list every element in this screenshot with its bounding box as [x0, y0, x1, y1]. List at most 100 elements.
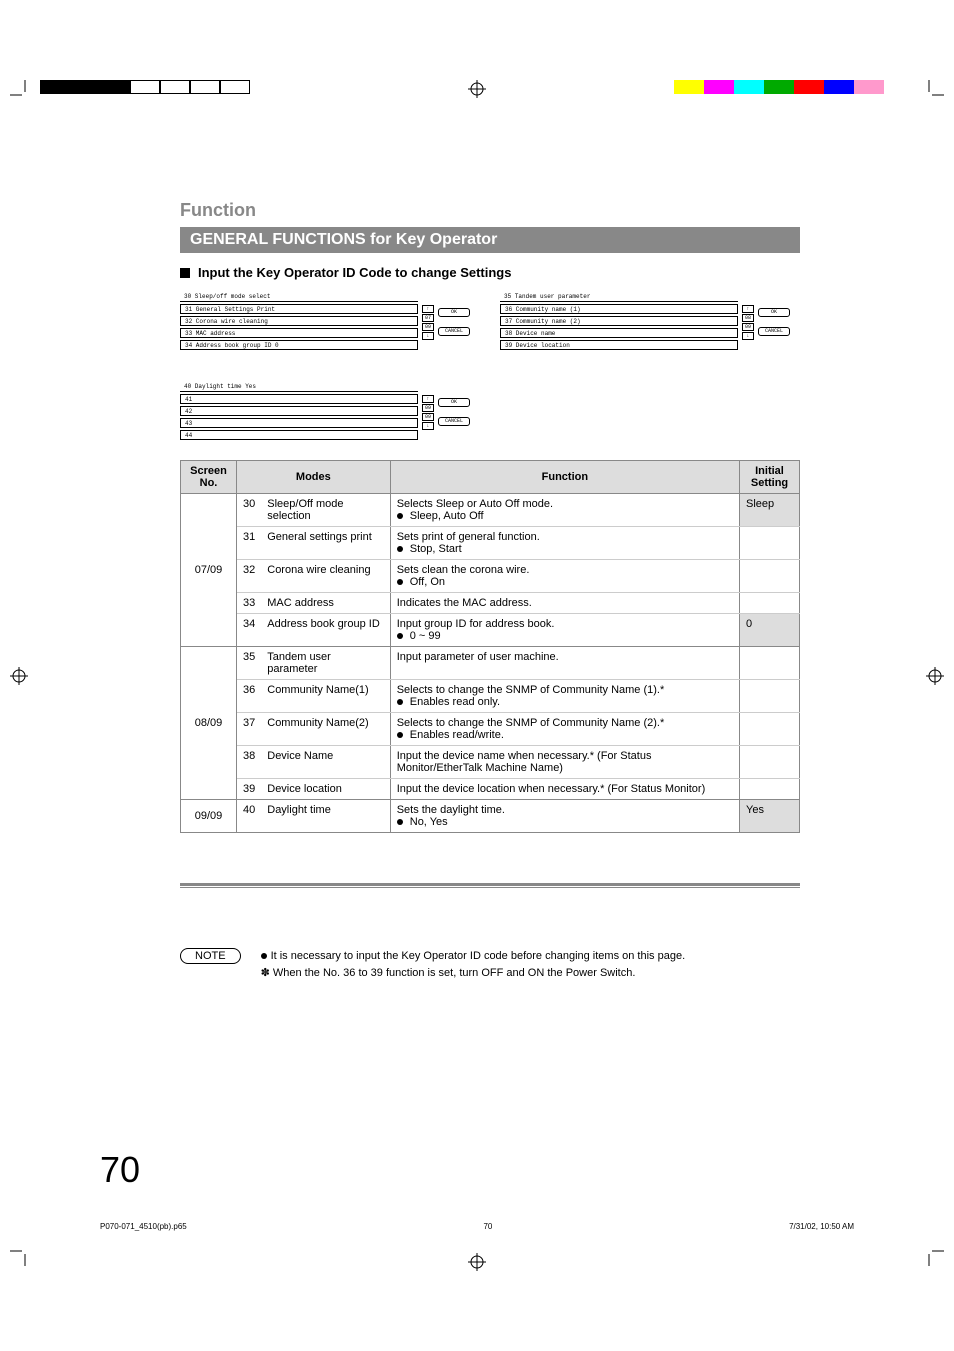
screen-line: 39 Device location [500, 340, 738, 350]
th-modes: Modes [237, 461, 391, 494]
bullet-icon [397, 633, 403, 639]
table-row: 09/0940Daylight timeSets the daylight ti… [181, 800, 800, 833]
page-current: 07 [422, 314, 434, 322]
cell-function: Indicates the MAC address. [390, 593, 739, 614]
subhead-text: Input the Key Operator ID Code to change… [198, 265, 511, 280]
screen-line: 43 [180, 418, 418, 428]
screen-line: 30 Sleep/off mode select [180, 292, 418, 302]
screen-line: 44 [180, 430, 418, 440]
section-title: Function [180, 200, 800, 221]
cell-number: 39 [237, 779, 262, 800]
crop-mark [10, 1246, 30, 1271]
screen-previews: 30 Sleep/off mode select 31 General Setti… [180, 292, 800, 442]
registration-bars-top [0, 80, 954, 120]
bullet-icon [397, 546, 403, 552]
screen-line: 32 Corona wire cleaning [180, 316, 418, 326]
page-current: 09 [422, 404, 434, 412]
bullet-icon [397, 819, 403, 825]
bullet-icon [397, 732, 403, 738]
page-total: 09 [742, 323, 754, 331]
screen-panel: 40 Daylight time Yes41 42 43 44 ↑0909↓OK… [180, 382, 470, 442]
screen-line: 36 Community name (1) [500, 304, 738, 314]
table-row: 38Device NameInput the device name when … [181, 746, 800, 779]
note-text: It is necessary to input the Key Operato… [261, 948, 686, 981]
cell-initial: Sleep [740, 494, 800, 527]
cell-initial: 0 [740, 614, 800, 647]
page-current: 08 [742, 314, 754, 322]
screen-line: 31 General Settings Print [180, 304, 418, 314]
arrow-up-icon[interactable]: ↑ [742, 305, 754, 313]
page-total: 09 [422, 413, 434, 421]
cell-function: Input the device name when necessary.* (… [390, 746, 739, 779]
table-header-row: Screen No. Modes Function Initial Settin… [181, 461, 800, 494]
note-badge: NOTE [180, 948, 241, 964]
footer-pagenum: 70 [483, 1222, 492, 1231]
cell-function: Sets print of general function. Stop, St… [390, 527, 739, 560]
note-line: When the No. 36 to 39 function is set, t… [273, 967, 636, 979]
arrow-down-icon[interactable]: ↓ [422, 422, 434, 430]
registration-crosshair-icon [926, 667, 944, 685]
footer: P070-071_4510(pb).p65 70 7/31/02, 10:50 … [100, 1222, 854, 1231]
cell-initial [740, 713, 800, 746]
cell-mode: Tandem user parameter [261, 647, 390, 680]
screen-panel: 30 Sleep/off mode select 31 General Setti… [180, 292, 470, 352]
cell-initial [740, 779, 800, 800]
cell-number: 36 [237, 680, 262, 713]
table-row: 07/0930Sleep/Off mode selectionSelects S… [181, 494, 800, 527]
settings-table: Screen No. Modes Function Initial Settin… [180, 460, 800, 833]
cell-number: 37 [237, 713, 262, 746]
th-screen-no: Screen No. [181, 461, 237, 494]
crop-mark [924, 1246, 944, 1271]
screen-line: 34 Address book group ID 0 [180, 340, 418, 350]
note-line: It is necessary to input the Key Operato… [271, 950, 686, 962]
th-function: Function [390, 461, 739, 494]
screen-line: 42 [180, 406, 418, 416]
cell-initial [740, 527, 800, 560]
ok-button[interactable]: OK [758, 308, 790, 317]
cancel-button[interactable]: CANCEL [758, 327, 790, 336]
registration-crosshair-icon [10, 667, 28, 685]
cell-function: Input the device location when necessary… [390, 779, 739, 800]
cell-function: Selects Sleep or Auto Off mode. Sleep, A… [390, 494, 739, 527]
cell-mode: Corona wire cleaning [261, 560, 390, 593]
table-row: 39Device locationInput the device locati… [181, 779, 800, 800]
footer-filename: P070-071_4510(pb).p65 [100, 1222, 187, 1231]
cell-number: 34 [237, 614, 262, 647]
table-row: 32Corona wire cleaningSets clean the cor… [181, 560, 800, 593]
registration-crosshair-icon [468, 1253, 486, 1271]
square-bullet-icon [180, 268, 190, 278]
ok-button[interactable]: OK [438, 308, 470, 317]
table-row: 36Community Name(1)Selects to change the… [181, 680, 800, 713]
cell-function: Selects to change the SNMP of Community … [390, 713, 739, 746]
screen-line: 41 [180, 394, 418, 404]
cancel-button[interactable]: CANCEL [438, 417, 470, 426]
cell-screen-no: 08/09 [181, 647, 237, 800]
bullet-icon [397, 513, 403, 519]
th-initial: Initial Setting [740, 461, 800, 494]
cancel-button[interactable]: CANCEL [438, 327, 470, 336]
bullet-icon [261, 953, 267, 959]
ok-button[interactable]: OK [438, 398, 470, 407]
arrow-down-icon[interactable]: ↓ [422, 332, 434, 340]
page-number: 70 [100, 1149, 140, 1191]
cell-screen-no: 09/09 [181, 800, 237, 833]
section-banner: GENERAL FUNCTIONS for Key Operator [180, 227, 800, 253]
screen-line: 37 Community name (2) [500, 316, 738, 326]
cell-number: 40 [237, 800, 262, 833]
cell-mode: Device Name [261, 746, 390, 779]
arrow-up-icon[interactable]: ↑ [422, 395, 434, 403]
arrow-down-icon[interactable]: ↓ [742, 332, 754, 340]
cell-function: Input parameter of user machine. [390, 647, 739, 680]
cell-number: 38 [237, 746, 262, 779]
cell-mode: Community Name(2) [261, 713, 390, 746]
table-row: 34Address book group IDInput group ID fo… [181, 614, 800, 647]
cell-mode: Community Name(1) [261, 680, 390, 713]
screen-line: 40 Daylight time Yes [180, 382, 418, 392]
table-row: 31General settings printSets print of ge… [181, 527, 800, 560]
section-subhead: Input the Key Operator ID Code to change… [180, 265, 800, 280]
cell-mode: Device location [261, 779, 390, 800]
arrow-up-icon[interactable]: ↑ [422, 305, 434, 313]
cell-function: Selects to change the SNMP of Community … [390, 680, 739, 713]
screen-panel: 35 Tandem user parameter36 Community nam… [500, 292, 790, 352]
cell-initial [740, 647, 800, 680]
